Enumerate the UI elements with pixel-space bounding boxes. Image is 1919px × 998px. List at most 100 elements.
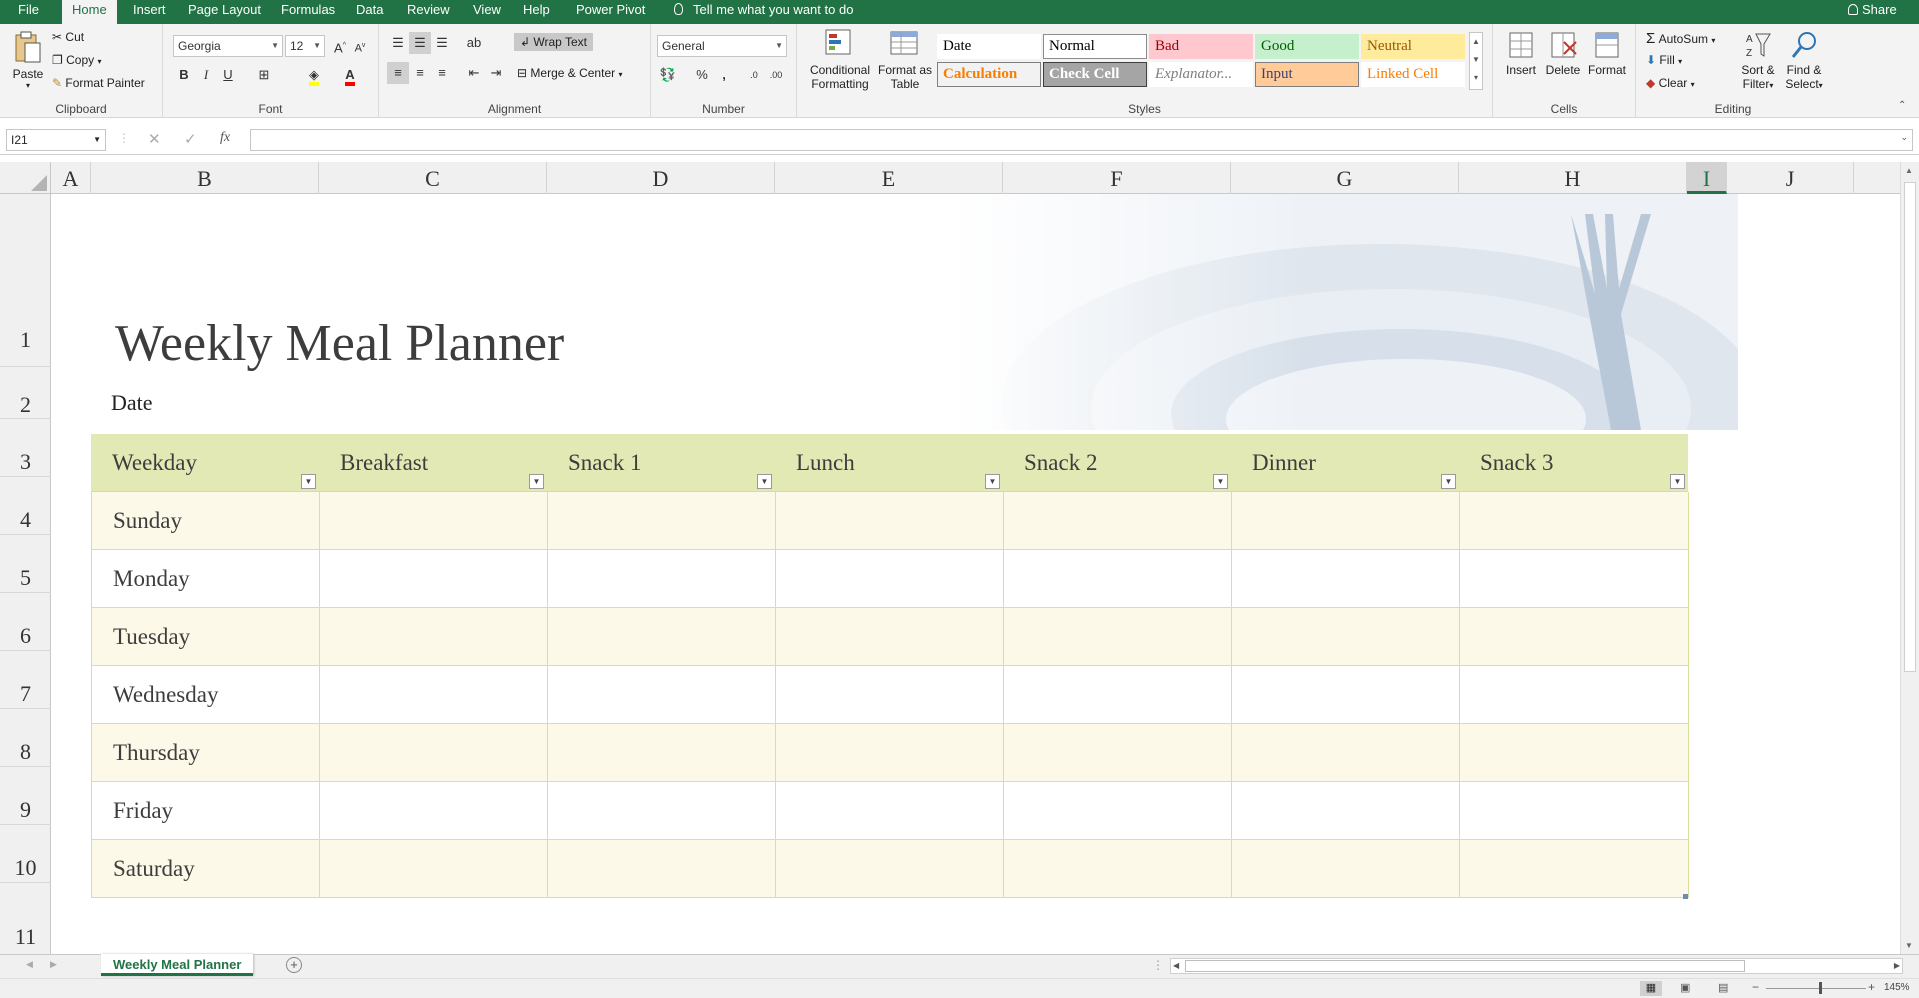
borders-icon[interactable]: ⊞ [253, 64, 275, 86]
meal-cell[interactable] [776, 666, 1004, 724]
table-header-cell[interactable]: Snack 2 ▼ [1003, 434, 1231, 492]
meal-cell[interactable] [320, 550, 548, 608]
row-header[interactable]: 5 [0, 535, 51, 593]
styles-scroll[interactable]: ▲ ▼ ▾ [1469, 32, 1483, 90]
meal-cell[interactable] [776, 492, 1004, 550]
name-box[interactable]: I21 ▼ [6, 129, 106, 151]
meal-cell[interactable] [776, 724, 1004, 782]
meal-cell[interactable] [1004, 608, 1232, 666]
meal-cell[interactable] [548, 724, 776, 782]
style-bad[interactable]: Bad [1149, 34, 1253, 59]
font-color-icon[interactable]: A [339, 64, 361, 86]
weekday-cell[interactable]: Sunday [92, 492, 320, 550]
format-painter-button[interactable]: ✎ Format Painter [52, 76, 145, 90]
filter-dropdown-icon[interactable]: ▼ [1213, 474, 1228, 489]
filter-dropdown-icon[interactable]: ▼ [529, 474, 544, 489]
table-header-cell[interactable]: Dinner ▼ [1231, 434, 1459, 492]
tab-home[interactable]: Home [62, 0, 117, 24]
formula-input[interactable]: ⌄ [250, 129, 1913, 151]
align-center-icon[interactable]: ≡ [409, 62, 431, 84]
meal-cell[interactable] [776, 782, 1004, 840]
delete-cells-button[interactable]: Delete [1543, 30, 1583, 77]
meal-cell[interactable] [320, 840, 548, 898]
add-sheet-icon[interactable]: + [286, 957, 302, 973]
meal-cell[interactable] [548, 608, 776, 666]
meal-cell[interactable] [1004, 782, 1232, 840]
increase-decimal-icon[interactable]: .0 [743, 64, 765, 86]
meal-cell[interactable] [548, 492, 776, 550]
row-header[interactable]: 9 [0, 767, 51, 825]
meal-cell[interactable] [320, 666, 548, 724]
worksheet[interactable]: Weekly Meal Planner Date Weekday ▼ Breakf… [51, 194, 1900, 954]
paste-button[interactable]: Paste ▾ [8, 30, 48, 90]
style-neutral[interactable]: Neutral [1361, 34, 1465, 59]
meal-cell[interactable] [1232, 782, 1460, 840]
fill-color-icon[interactable]: ◈ [303, 64, 325, 86]
format-cells-button[interactable]: Format [1585, 30, 1629, 77]
date-label[interactable]: Date [111, 390, 153, 416]
filter-dropdown-icon[interactable]: ▼ [301, 474, 316, 489]
row-header[interactable]: 4 [0, 477, 51, 535]
increase-indent-icon[interactable]: ⇥ [485, 62, 507, 84]
meal-cell[interactable] [1460, 608, 1689, 666]
orientation-icon[interactable]: ab [463, 32, 485, 54]
weekday-cell[interactable]: Wednesday [92, 666, 320, 724]
sheet-tab-active[interactable]: Weekly Meal Planner [101, 954, 254, 976]
column-header[interactable]: E [775, 162, 1003, 194]
cut-button[interactable]: ✂ Cut [52, 30, 84, 44]
meal-cell[interactable] [1004, 840, 1232, 898]
zoom-in-icon[interactable]: + [1868, 980, 1875, 994]
scroll-right-icon[interactable]: ▶ [1894, 961, 1900, 970]
table-header-cell[interactable]: Lunch ▼ [775, 434, 1003, 492]
column-header-selected[interactable]: I [1687, 162, 1727, 194]
column-header[interactable]: H [1459, 162, 1687, 194]
vertical-scrollbar[interactable]: ▲ ▼ [1900, 162, 1919, 954]
meal-cell[interactable] [1004, 724, 1232, 782]
meal-cell[interactable] [320, 724, 548, 782]
zoom-slider-thumb[interactable] [1819, 982, 1822, 994]
style-date[interactable]: Date [937, 34, 1041, 59]
tab-insert[interactable]: Insert [123, 0, 176, 24]
style-calculation[interactable]: Calculation [937, 62, 1041, 87]
tab-formulas[interactable]: Formulas [271, 0, 345, 24]
zoom-slider[interactable] [1766, 988, 1866, 989]
meal-cell[interactable] [776, 840, 1004, 898]
splitter-icon[interactable]: ⋮ [1152, 958, 1164, 972]
meal-cell[interactable] [1004, 492, 1232, 550]
meal-cell[interactable] [1232, 724, 1460, 782]
table-header-cell[interactable]: Weekday ▼ [91, 434, 319, 492]
column-header[interactable]: J [1727, 162, 1854, 194]
bold-icon[interactable]: B [173, 64, 195, 86]
clear-button[interactable]: ◆ Clear ▾ [1646, 76, 1695, 90]
table-header-cell[interactable]: Snack 1 ▼ [547, 434, 775, 492]
page-layout-view-icon[interactable]: ▣ [1680, 981, 1690, 994]
horizontal-scrollbar[interactable]: ◀ ▶ [1170, 958, 1903, 974]
meal-cell[interactable] [776, 550, 1004, 608]
fill-button[interactable]: ⬇ Fill ▾ [1646, 53, 1682, 67]
next-sheet-icon[interactable]: ▶ [50, 959, 57, 970]
column-header[interactable]: B [91, 162, 319, 194]
meal-cell[interactable] [776, 608, 1004, 666]
style-check-cell[interactable]: Check Cell [1043, 62, 1147, 87]
horizontal-scroll-thumb[interactable] [1185, 960, 1745, 972]
style-normal[interactable]: Normal [1043, 34, 1147, 59]
meal-cell[interactable] [320, 782, 548, 840]
tab-file[interactable]: File [8, 0, 49, 24]
insert-function-icon[interactable]: fx [220, 130, 230, 146]
weekday-cell[interactable]: Saturday [92, 840, 320, 898]
row-header[interactable]: 3 [0, 419, 51, 477]
scroll-up-icon[interactable]: ▲ [1905, 166, 1913, 175]
font-size-select[interactable]: 12 ▼ [285, 35, 325, 57]
sheet-title[interactable]: Weekly Meal Planner [115, 314, 564, 373]
page-break-view-icon[interactable]: ▤ [1718, 981, 1728, 994]
insert-cells-button[interactable]: Insert [1501, 30, 1541, 77]
meal-cell[interactable] [1232, 608, 1460, 666]
tab-power-pivot[interactable]: Power Pivot [566, 0, 655, 24]
meal-cell[interactable] [1232, 550, 1460, 608]
number-format-select[interactable]: General ▼ [657, 35, 787, 57]
table-resize-handle[interactable] [1683, 894, 1688, 899]
merge-center-button[interactable]: ⊟ Merge & Center ▾ [517, 66, 622, 80]
filter-dropdown-icon[interactable]: ▼ [985, 474, 1000, 489]
copy-button[interactable]: ❐ Copy ▾ [52, 53, 101, 67]
meal-cell[interactable] [1232, 840, 1460, 898]
